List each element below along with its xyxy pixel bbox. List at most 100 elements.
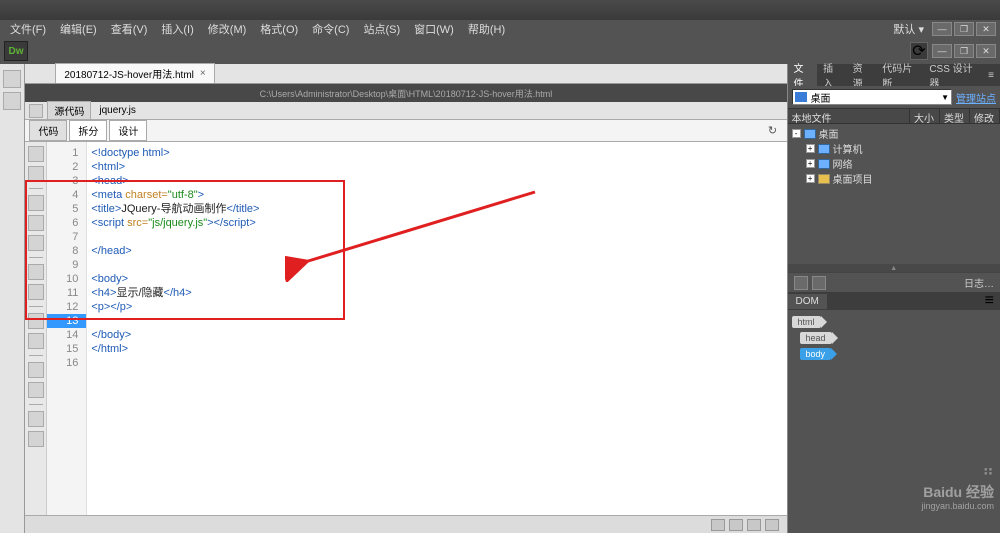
line-number[interactable]: 3 xyxy=(47,174,86,188)
view-toolbar: 代码 拆分 设计 ↻ xyxy=(25,120,786,142)
panel-collapse-handle[interactable]: ▲ xyxy=(788,264,1000,272)
tree-root[interactable]: - 桌面 xyxy=(792,126,996,141)
line-number[interactable]: 5 xyxy=(47,202,86,216)
line-number-gutter[interactable]: 1 2 3 4 5 6 7 8 9 10 11 12 13 14 15 16 xyxy=(47,142,87,515)
dom-panel: DOM ≡ html head body xyxy=(788,292,1000,533)
dom-panel-menu-icon[interactable]: ≡ xyxy=(979,292,1000,310)
line-number[interactable]: 11 xyxy=(47,286,86,300)
line-number[interactable]: 2 xyxy=(47,160,86,174)
menu-insert[interactable]: 插入(I) xyxy=(155,21,199,37)
log-link[interactable]: 日志… xyxy=(964,275,994,290)
doc-maximize-button[interactable]: ❐ xyxy=(954,44,974,58)
dom-node-html[interactable]: html xyxy=(792,316,821,328)
maximize-button[interactable]: ❐ xyxy=(954,22,974,36)
tool-balance-braces-icon[interactable] xyxy=(28,215,44,231)
line-number-selected[interactable]: 13 xyxy=(47,314,86,328)
line-number[interactable]: 6 xyxy=(47,216,86,230)
status-device-icon[interactable] xyxy=(747,519,761,531)
site-select[interactable]: 桌面 ▼ xyxy=(792,89,952,105)
minimize-button[interactable]: — xyxy=(932,22,952,36)
source-code-button[interactable]: 源代码 xyxy=(47,101,91,120)
doc-close-button[interactable]: ✕ xyxy=(976,44,996,58)
files-bottom-toolbar: 日志… xyxy=(788,272,1000,292)
line-number[interactable]: 8 xyxy=(47,244,86,258)
tool-highlight-icon[interactable] xyxy=(28,264,44,280)
tool-open-docs-icon[interactable] xyxy=(28,146,44,162)
dock-icon-1[interactable] xyxy=(3,70,21,88)
right-panel-group: 文件 插入 资源 代码片断 CSS 设计器 ≡ 桌面 ▼ 管理站点 本地文件 大… xyxy=(788,64,1000,533)
line-number[interactable]: 12 xyxy=(47,300,86,314)
files-tree[interactable]: - 桌面 + 计算机 + 网络 + 桌面项目 xyxy=(788,124,1000,264)
menu-window[interactable]: 窗口(W) xyxy=(408,21,460,37)
menu-site[interactable]: 站点(S) xyxy=(357,21,406,37)
menu-edit[interactable]: 编辑(E) xyxy=(54,21,103,37)
view-design-button[interactable]: 设计 xyxy=(109,120,147,141)
close-button[interactable]: ✕ xyxy=(976,22,996,36)
document-path-bar: C:\Users\Administrator\Desktop\桌面\HTML\2… xyxy=(25,84,786,102)
tool-format-icon[interactable] xyxy=(28,411,44,427)
dom-node-head[interactable]: head xyxy=(800,332,832,344)
related-file-tab[interactable]: jquery.js xyxy=(95,104,140,117)
tool-hidden-chars-icon[interactable] xyxy=(28,333,44,349)
view-split-button[interactable]: 拆分 xyxy=(69,120,107,141)
menu-view[interactable]: 查看(V) xyxy=(105,21,154,37)
workspace-switcher[interactable]: 默认 ▾ xyxy=(887,21,930,37)
tool-collapse-icon[interactable] xyxy=(28,166,44,182)
status-preview-icon[interactable] xyxy=(729,519,743,531)
network-icon xyxy=(818,159,830,169)
tree-node-pc[interactable]: + 计算机 xyxy=(806,141,996,156)
menu-command[interactable]: 命令(C) xyxy=(306,21,355,37)
manage-sites-link[interactable]: 管理站点 xyxy=(956,90,996,105)
tool-line-numbers-icon[interactable] xyxy=(28,235,44,251)
expand-icon[interactable]: + xyxy=(806,144,815,153)
doc-minimize-button[interactable]: — xyxy=(932,44,952,58)
col-local-files[interactable]: 本地文件 xyxy=(788,109,910,123)
dom-tree[interactable]: html head body xyxy=(788,310,1000,366)
dock-icon-2[interactable] xyxy=(3,92,21,110)
status-size-icon[interactable] xyxy=(765,519,779,531)
site-select-label: 桌面 xyxy=(811,90,831,105)
menu-format[interactable]: 格式(O) xyxy=(254,21,304,37)
tool-select-parent-icon[interactable] xyxy=(28,195,44,211)
refresh-icon[interactable]: ↻ xyxy=(765,123,781,139)
tab-dom[interactable]: DOM xyxy=(788,294,827,309)
expand-icon[interactable]: + xyxy=(806,174,815,183)
menu-file[interactable]: 文件(F) xyxy=(4,21,52,37)
close-tab-icon[interactable]: × xyxy=(200,68,206,79)
code-nav-icon[interactable] xyxy=(29,104,43,118)
computer-icon xyxy=(818,144,830,154)
tree-node-network[interactable]: + 网络 xyxy=(806,156,996,171)
doc-window-controls: — ❐ ✕ xyxy=(932,44,996,58)
tool-indent-icon[interactable] xyxy=(28,362,44,378)
files-panel-tabs: 文件 插入 资源 代码片断 CSS 设计器 ≡ xyxy=(788,64,1000,86)
connect-icon[interactable] xyxy=(794,276,808,290)
menu-modify[interactable]: 修改(M) xyxy=(202,21,253,37)
tool-comment-icon[interactable] xyxy=(28,431,44,447)
col-size[interactable]: 大小 xyxy=(910,109,940,123)
collapse-icon[interactable]: - xyxy=(792,129,801,138)
tool-syntax-icon[interactable] xyxy=(28,284,44,300)
panel-menu-icon[interactable]: ≡ xyxy=(982,70,1000,81)
tree-node-project[interactable]: + 桌面项目 xyxy=(806,171,996,186)
line-number[interactable]: 9 xyxy=(47,258,86,272)
view-code-button[interactable]: 代码 xyxy=(29,120,67,141)
col-modified[interactable]: 修改 xyxy=(970,109,1000,123)
line-number[interactable]: 4 xyxy=(47,188,86,202)
line-number[interactable]: 16 xyxy=(47,356,86,370)
line-number[interactable]: 1 xyxy=(47,146,86,160)
document-tab[interactable]: 20180712-JS-hover用法.html × xyxy=(55,63,214,83)
line-number[interactable]: 10 xyxy=(47,272,86,286)
tool-word-wrap-icon[interactable] xyxy=(28,313,44,329)
menu-help[interactable]: 帮助(H) xyxy=(462,21,511,37)
code-text[interactable]: <!doctype html> <html> <head> <meta char… xyxy=(87,142,786,515)
dom-node-body[interactable]: body xyxy=(800,348,832,360)
code-editor[interactable]: 1 2 3 4 5 6 7 8 9 10 11 12 13 14 15 16 <… xyxy=(25,142,786,515)
refresh-files-icon[interactable] xyxy=(812,276,826,290)
col-type[interactable]: 类型 xyxy=(940,109,970,123)
expand-icon[interactable]: + xyxy=(806,159,815,168)
line-number[interactable]: 14 xyxy=(47,328,86,342)
line-number[interactable]: 15 xyxy=(47,342,86,356)
status-icon-1[interactable] xyxy=(711,519,725,531)
tool-outdent-icon[interactable] xyxy=(28,382,44,398)
line-number[interactable]: 7 xyxy=(47,230,86,244)
